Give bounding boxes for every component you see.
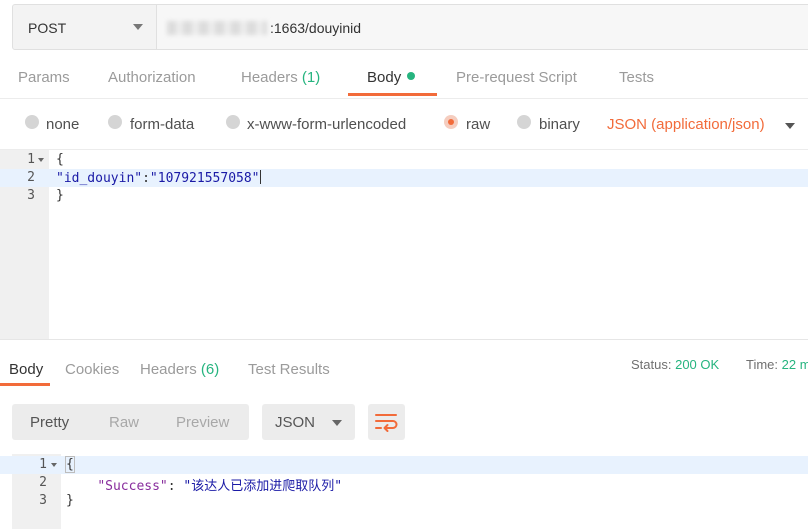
url-input[interactable]: :1663/douyinid bbox=[157, 4, 808, 50]
tab-label: Headers bbox=[140, 361, 197, 378]
json-value: "107921557058" bbox=[149, 171, 260, 186]
method-label: POST bbox=[28, 20, 67, 36]
status-value: 200 OK bbox=[675, 357, 720, 372]
wrap-lines-icon bbox=[375, 414, 398, 432]
tab-label: Pre-request Script bbox=[456, 69, 577, 86]
json-key: "id_douyin" bbox=[56, 171, 143, 186]
line-number: 1 bbox=[39, 457, 47, 472]
tab-authorization[interactable]: Authorization bbox=[108, 69, 196, 86]
code-text: { bbox=[65, 456, 75, 473]
code-text: } bbox=[56, 188, 64, 203]
body-type-options: none form-data x-www-form-urlencoded raw… bbox=[0, 110, 808, 140]
tab-label: Tests bbox=[619, 69, 655, 86]
response-line: 3 } bbox=[0, 492, 808, 510]
line-number: 3 bbox=[27, 188, 35, 203]
radio-label-urlencoded[interactable]: x-www-form-urlencoded bbox=[247, 116, 406, 133]
wrap-lines-button[interactable] bbox=[368, 404, 405, 440]
editor-line-active: 2 "id_douyin":"107921557058" bbox=[0, 169, 808, 187]
radio-label-form-data[interactable]: form-data bbox=[130, 116, 194, 133]
response-time: Time: 22 m bbox=[746, 357, 808, 372]
response-tabs: Body Cookies Headers (6) Test Results St… bbox=[0, 350, 808, 386]
line-number: 2 bbox=[39, 475, 47, 490]
headers-count: (1) bbox=[301, 69, 321, 86]
response-status: Status: 200 OK bbox=[631, 357, 719, 372]
tab-tests[interactable]: Tests bbox=[619, 69, 654, 86]
response-tab-test-results[interactable]: Test Results bbox=[248, 361, 330, 378]
status-label: Status: bbox=[631, 357, 672, 372]
tab-params[interactable]: Params bbox=[18, 69, 70, 86]
chevron-down-icon bbox=[332, 420, 342, 426]
line-number: 2 bbox=[27, 170, 35, 185]
code-text: } bbox=[66, 493, 74, 508]
line-number: 1 bbox=[27, 152, 35, 167]
view-mode-group: Pretty Raw Preview bbox=[12, 404, 249, 440]
chevron-down-icon bbox=[133, 24, 143, 30]
radio-icon[interactable] bbox=[108, 115, 122, 129]
json-separator: : bbox=[142, 171, 150, 186]
content-type-select[interactable]: JSON (application/json) bbox=[607, 116, 765, 133]
request-tabs: Params Authorization Headers (1) Body Pr… bbox=[0, 60, 808, 99]
response-tab-cookies[interactable]: Cookies bbox=[65, 361, 119, 378]
response-line: 2 "Success": "该达人已添加进爬取队列" bbox=[0, 474, 808, 494]
response-line-active: 1 { bbox=[0, 456, 808, 474]
tab-headers[interactable]: Headers (1) bbox=[241, 69, 320, 86]
tab-label: Headers bbox=[241, 69, 298, 86]
tab-label: Params bbox=[18, 69, 70, 86]
response-tab-body[interactable]: Body bbox=[9, 361, 43, 378]
chevron-down-icon[interactable] bbox=[785, 123, 795, 129]
response-body-viewer[interactable]: 1 { 2 "Success": "该达人已添加进爬取队列" 3 } bbox=[0, 454, 808, 529]
tab-label: Body bbox=[367, 69, 402, 86]
view-preview-button[interactable]: Preview bbox=[176, 414, 229, 431]
active-tab-indicator bbox=[0, 383, 50, 386]
line-number: 3 bbox=[39, 493, 47, 508]
time-label: Time: bbox=[746, 357, 779, 372]
view-pretty-button[interactable]: Pretty bbox=[30, 414, 69, 431]
text-cursor bbox=[259, 170, 261, 184]
tab-label: Authorization bbox=[108, 69, 196, 86]
code-text: "id_douyin":"107921557058" bbox=[56, 170, 261, 186]
time-value: 22 m bbox=[781, 357, 808, 372]
fold-arrow-icon[interactable] bbox=[38, 158, 44, 162]
fold-arrow-icon[interactable] bbox=[51, 463, 57, 467]
radio-label-none[interactable]: none bbox=[46, 116, 79, 133]
status-dot-icon bbox=[407, 72, 416, 80]
active-tab-indicator bbox=[348, 93, 437, 96]
redacted-host bbox=[167, 21, 267, 35]
editor-line: 3 } bbox=[0, 187, 808, 205]
radio-icon[interactable] bbox=[517, 115, 531, 129]
format-select[interactable]: JSON bbox=[262, 404, 355, 440]
radio-label-raw[interactable]: raw bbox=[466, 116, 490, 133]
response-view-toolbar: Pretty Raw Preview JSON bbox=[12, 404, 808, 442]
request-url-bar: POST :1663/douyinid bbox=[12, 4, 808, 52]
radio-icon[interactable] bbox=[25, 115, 39, 129]
tab-body[interactable]: Body bbox=[367, 69, 416, 86]
radio-selected-icon[interactable] bbox=[444, 115, 458, 129]
url-text: :1663/douyinid bbox=[270, 20, 362, 36]
request-body-editor[interactable]: 1 { 2 "id_douyin":"107921557058" 3 } bbox=[0, 149, 808, 340]
radio-label-binary[interactable]: binary bbox=[539, 116, 580, 133]
format-label: JSON bbox=[275, 414, 316, 431]
editor-line: 1 { bbox=[0, 151, 808, 169]
method-select[interactable]: POST bbox=[12, 4, 157, 50]
response-tab-headers[interactable]: Headers (6) bbox=[140, 361, 219, 378]
matched-bracket: { bbox=[65, 456, 75, 473]
tab-pre-request-script[interactable]: Pre-request Script bbox=[456, 69, 577, 86]
radio-icon[interactable] bbox=[226, 115, 240, 129]
code-text: { bbox=[56, 152, 64, 167]
headers-count: (6) bbox=[200, 361, 220, 378]
view-raw-button[interactable]: Raw bbox=[109, 414, 139, 431]
